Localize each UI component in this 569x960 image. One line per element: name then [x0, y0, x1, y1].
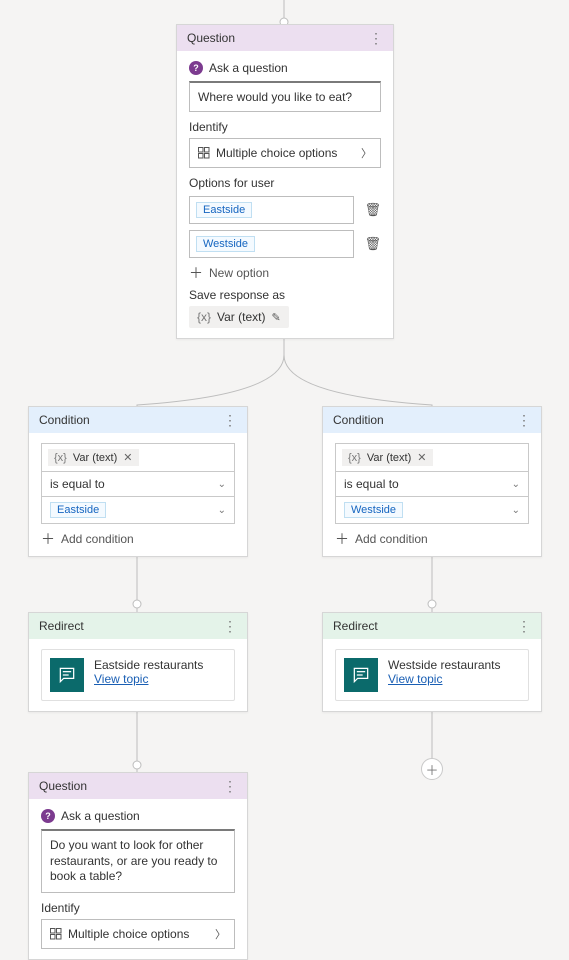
- option-chip: Eastside: [196, 202, 252, 218]
- plus-icon: ＋: [335, 532, 349, 546]
- redirect-node-2: Redirect ⋮ Westside restaurants View top…: [322, 612, 542, 712]
- redirect-title: Westside restaurants: [388, 658, 501, 672]
- node-type-label: Condition: [39, 413, 90, 427]
- condition-variable-select[interactable]: {x} Var (text) ✕: [41, 443, 235, 472]
- chevron-right-icon: 〉: [215, 926, 226, 942]
- chevron-down-icon: ⌄: [512, 505, 520, 516]
- condition-node-2: Condition ⋮ {x} Var (text) ✕ is equal to…: [322, 406, 542, 557]
- variable-tag: {x} Var (text) ✕: [48, 449, 139, 466]
- redirect-node-1: Redirect ⋮ Eastside restaurants View top…: [28, 612, 248, 712]
- add-condition-label: Add condition: [355, 532, 428, 546]
- node-type-label: Question: [39, 779, 87, 793]
- add-condition-button[interactable]: ＋ Add condition: [41, 532, 235, 546]
- ask-question-label: Ask a question: [209, 61, 288, 75]
- chevron-down-icon: ⌄: [218, 479, 226, 490]
- node-type-label: Condition: [333, 413, 384, 427]
- node-menu-icon[interactable]: ⋮: [369, 33, 383, 43]
- view-topic-link[interactable]: View topic: [388, 672, 442, 686]
- identify-value: Multiple choice options: [216, 146, 337, 160]
- chat-icon: [344, 658, 378, 692]
- question-icon: ?: [41, 809, 55, 823]
- option-input-2[interactable]: Westside: [189, 230, 354, 258]
- add-condition-label: Add condition: [61, 532, 134, 546]
- node-menu-icon[interactable]: ⋮: [223, 781, 237, 791]
- plus-icon: ＋: [41, 532, 55, 546]
- redirect-header: Redirect ⋮: [323, 613, 541, 639]
- identify-label: Identify: [189, 120, 381, 134]
- new-option-label: New option: [209, 266, 269, 280]
- chevron-down-icon: ⌄: [218, 505, 226, 516]
- plus-icon: ＋: [189, 266, 203, 280]
- option-input-1[interactable]: Eastside: [189, 196, 354, 224]
- node-type-label: Redirect: [333, 619, 378, 633]
- variable-name: Var (text): [367, 452, 411, 464]
- multichoice-icon: [198, 147, 210, 159]
- variable-brace-icon: {x}: [197, 310, 211, 324]
- options-label: Options for user: [189, 176, 381, 190]
- variable-brace-icon: {x}: [348, 452, 361, 464]
- question-icon: ?: [189, 61, 203, 75]
- condition-node-1: Condition ⋮ {x} Var (text) ✕ is equal to…: [28, 406, 248, 557]
- remove-variable-icon[interactable]: ✕: [417, 451, 426, 464]
- question-text-input[interactable]: Where would you like to eat?: [189, 81, 381, 112]
- chat-icon: [50, 658, 84, 692]
- value-select[interactable]: Eastside ⌄: [41, 497, 235, 524]
- condition-header: Condition ⋮: [323, 407, 541, 433]
- operator-value: is equal to: [50, 477, 105, 491]
- delete-option-icon[interactable]: 🗑: [364, 202, 381, 218]
- variable-name: Var (text): [73, 452, 117, 464]
- chevron-right-icon: 〉: [361, 145, 372, 161]
- condition-variable-select[interactable]: {x} Var (text) ✕: [335, 443, 529, 472]
- save-response-label: Save response as: [189, 288, 381, 302]
- new-option-button[interactable]: ＋ New option: [189, 266, 381, 280]
- question-text-input[interactable]: Do you want to look for other restaurant…: [41, 829, 235, 893]
- identify-select[interactable]: Multiple choice options 〉: [189, 138, 381, 168]
- condition-value: Eastside: [50, 502, 106, 518]
- add-condition-button[interactable]: ＋ Add condition: [335, 532, 529, 546]
- variable-name: Var (text): [217, 310, 265, 324]
- delete-option-icon[interactable]: 🗑: [364, 236, 381, 252]
- node-type-label: Redirect: [39, 619, 84, 633]
- redirect-header: Redirect ⋮: [29, 613, 247, 639]
- multichoice-icon: [50, 928, 62, 940]
- node-menu-icon[interactable]: ⋮: [223, 621, 237, 631]
- variable-chip[interactable]: {x} Var (text) ✎: [189, 306, 289, 328]
- edit-variable-icon[interactable]: ✎: [271, 311, 280, 324]
- ask-question-label: Ask a question: [61, 809, 140, 823]
- redirect-title: Eastside restaurants: [94, 658, 203, 672]
- question-header: Question ⋮: [29, 773, 247, 799]
- operator-select[interactable]: is equal to ⌄: [41, 472, 235, 497]
- operator-value: is equal to: [344, 477, 399, 491]
- node-menu-icon[interactable]: ⋮: [517, 415, 531, 425]
- value-select[interactable]: Westside ⌄: [335, 497, 529, 524]
- node-menu-icon[interactable]: ⋮: [517, 621, 531, 631]
- option-row: Eastside 🗑: [189, 196, 381, 224]
- option-row: Westside 🗑: [189, 230, 381, 258]
- question-node-2: Question ⋮ ? Ask a question Do you want …: [28, 772, 248, 960]
- plus-icon: ＋: [425, 760, 438, 779]
- add-node-button[interactable]: ＋: [421, 758, 443, 780]
- variable-brace-icon: {x}: [54, 452, 67, 464]
- condition-value: Westside: [344, 502, 403, 518]
- redirect-card: Eastside restaurants View topic: [41, 649, 235, 701]
- operator-select[interactable]: is equal to ⌄: [335, 472, 529, 497]
- identify-select[interactable]: Multiple choice options 〉: [41, 919, 235, 949]
- remove-variable-icon[interactable]: ✕: [123, 451, 132, 464]
- node-menu-icon[interactable]: ⋮: [223, 415, 237, 425]
- condition-header: Condition ⋮: [29, 407, 247, 433]
- option-chip: Westside: [196, 236, 255, 252]
- view-topic-link[interactable]: View topic: [94, 672, 148, 686]
- redirect-card: Westside restaurants View topic: [335, 649, 529, 701]
- identify-label: Identify: [41, 901, 235, 915]
- question-node-1: Question ⋮ ? Ask a question Where would …: [176, 24, 394, 339]
- variable-tag: {x} Var (text) ✕: [342, 449, 433, 466]
- node-type-label: Question: [187, 31, 235, 45]
- question-header: Question ⋮: [177, 25, 393, 51]
- chevron-down-icon: ⌄: [512, 479, 520, 490]
